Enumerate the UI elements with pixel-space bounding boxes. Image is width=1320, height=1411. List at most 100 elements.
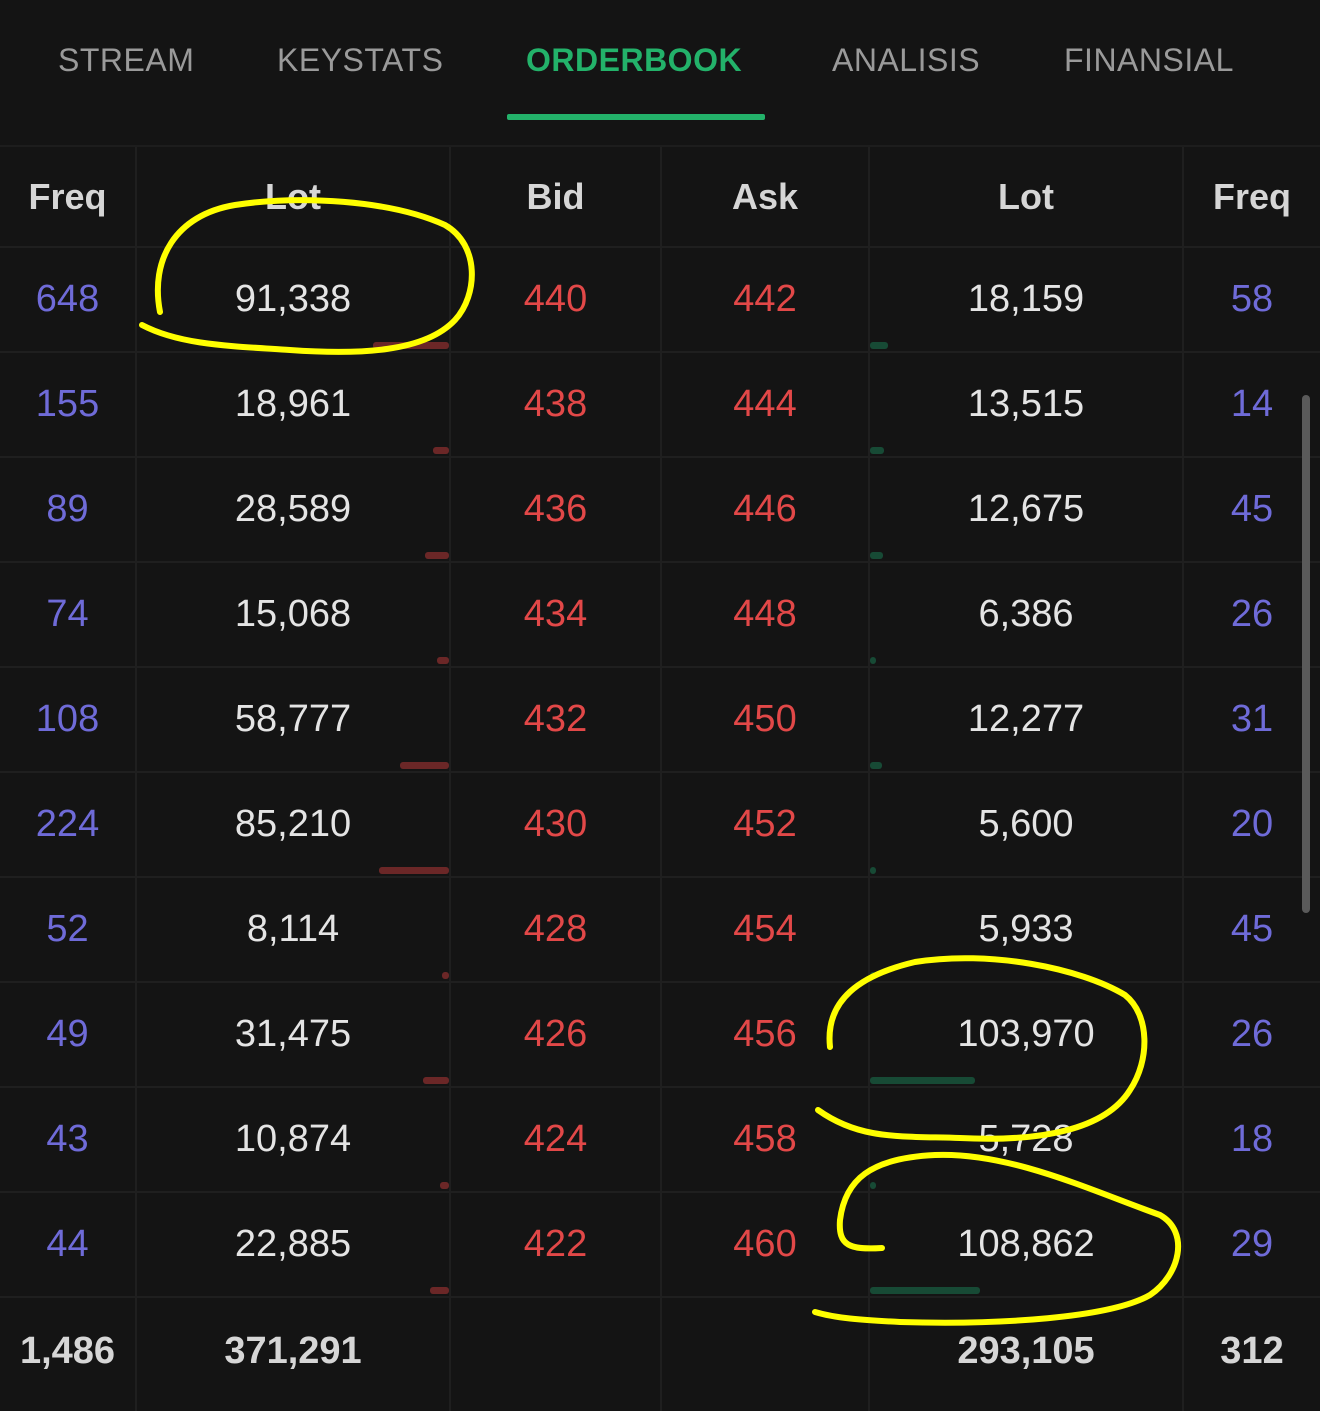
- ask-freq-cell: 58: [1230, 278, 1274, 320]
- ask-lot-cell: 5,933: [978, 908, 1074, 950]
- bid-volume-bar: [423, 1077, 449, 1084]
- ask-volume-bar: [870, 1287, 980, 1294]
- ask-volume-bar: [870, 552, 883, 559]
- bid-freq-cell: 648: [35, 278, 100, 320]
- ask-lot-cell: 6,386: [978, 593, 1074, 635]
- ask-lot-cell: 12,277: [967, 698, 1085, 740]
- bid-volume-bar: [379, 867, 449, 874]
- bid-freq-cell: 224: [35, 803, 100, 845]
- bid-price-cell[interactable]: 432: [451, 667, 660, 772]
- bid-lot-cell: 18,961: [234, 383, 352, 425]
- ask-price-cell[interactable]: 446: [662, 457, 868, 562]
- bid-price-cell[interactable]: 436: [451, 457, 660, 562]
- bid-lot-cell: 31,475: [234, 1013, 352, 1055]
- header-bid-lot: Lot: [265, 176, 321, 217]
- ask-volume-bar: [870, 762, 882, 769]
- bid-freq-cell: 108: [35, 698, 100, 740]
- ask-freq-cell: 31: [1230, 698, 1274, 740]
- header-ask-lot: Lot: [998, 176, 1054, 217]
- ask-freq-cell: 45: [1230, 908, 1274, 950]
- ask-freq-cell: 20: [1230, 803, 1274, 845]
- ask-lot-cell: 18,159: [967, 278, 1085, 320]
- ask-freq-cell: 18: [1230, 1118, 1274, 1160]
- ask-lot-cell: 103,970: [957, 1013, 1095, 1055]
- bid-volume-bar: [437, 657, 449, 664]
- total-ask-freq: 312: [1220, 1330, 1284, 1372]
- ask-price-cell[interactable]: 444: [662, 352, 868, 457]
- row-divider: [0, 1296, 1320, 1298]
- bid-price-cell[interactable]: 422: [451, 1192, 660, 1297]
- bid-volume-bar: [373, 342, 449, 349]
- bid-freq-cell: 49: [46, 1013, 89, 1055]
- bid-price-cell[interactable]: 426: [451, 982, 660, 1087]
- ask-freq-cell: 45: [1230, 488, 1274, 530]
- header-ask: Ask: [731, 176, 799, 217]
- ask-freq-cell: 26: [1230, 1013, 1274, 1055]
- total-bid-lot: 371,291: [224, 1330, 362, 1372]
- tab-bar: STREAM KEYSTATS ORDERBOOK ANALISIS FINAN…: [0, 0, 1320, 120]
- ask-price-cell[interactable]: 452: [662, 772, 868, 877]
- tab-stream[interactable]: STREAM: [58, 40, 194, 80]
- scrollbar[interactable]: [1302, 395, 1310, 913]
- bid-price-cell[interactable]: 440: [451, 247, 660, 352]
- bid-lot-cell: 15,068: [234, 593, 352, 635]
- bid-price-cell[interactable]: 430: [451, 772, 660, 877]
- orderbook-table: Freq Lot Bid Ask Lot Freq 1,486 371,291 …: [0, 147, 1320, 1411]
- bid-lot-cell: 22,885: [234, 1223, 352, 1265]
- ask-price-cell[interactable]: 448: [662, 562, 868, 667]
- bid-volume-bar: [440, 1182, 449, 1189]
- bid-freq-cell: 44: [46, 1223, 89, 1265]
- bid-freq-cell: 43: [46, 1118, 89, 1160]
- ask-freq-cell: 14: [1230, 383, 1274, 425]
- bid-volume-bar: [425, 552, 449, 559]
- bid-lot-cell: 58,777: [234, 698, 352, 740]
- bid-price-cell[interactable]: 434: [451, 562, 660, 667]
- ask-volume-bar: [870, 447, 884, 454]
- tab-analisis[interactable]: ANALISIS: [832, 40, 980, 80]
- ask-lot-cell: 108,862: [957, 1223, 1095, 1265]
- ask-freq-cell: 26: [1230, 593, 1274, 635]
- ask-volume-bar: [870, 1077, 975, 1084]
- total-ask-lot: 293,105: [957, 1330, 1095, 1372]
- ask-price-cell[interactable]: 442: [662, 247, 868, 352]
- bid-volume-bar: [430, 1287, 449, 1294]
- ask-volume-bar: [870, 1182, 876, 1189]
- bid-lot-cell: 28,589: [234, 488, 352, 530]
- header-bid-freq: Freq: [28, 176, 107, 217]
- bid-lot-cell: 8,114: [246, 908, 340, 950]
- ask-volume-bar: [870, 867, 876, 874]
- bid-lot-cell: 91,338: [234, 278, 352, 320]
- ask-price-cell[interactable]: 460: [662, 1192, 868, 1297]
- ask-volume-bar: [870, 657, 876, 664]
- ask-volume-bar: [870, 342, 888, 349]
- bid-freq-cell: 155: [35, 383, 100, 425]
- ask-lot-cell: 5,728: [978, 1118, 1074, 1160]
- bid-freq-cell: 74: [46, 593, 89, 635]
- ask-freq-cell: 29: [1230, 1223, 1274, 1265]
- bid-volume-bar: [433, 447, 449, 454]
- ask-lot-cell: 13,515: [967, 383, 1085, 425]
- tab-orderbook[interactable]: ORDERBOOK: [526, 40, 742, 80]
- ask-price-cell[interactable]: 456: [662, 982, 868, 1087]
- ask-price-cell[interactable]: 454: [662, 877, 868, 982]
- bid-price-cell[interactable]: 438: [451, 352, 660, 457]
- bid-lot-cell: 85,210: [234, 803, 352, 845]
- ask-volume-bar: [870, 972, 876, 979]
- tab-keystats[interactable]: KEYSTATS: [277, 40, 443, 80]
- ask-lot-cell: 12,675: [967, 488, 1085, 530]
- bid-freq-cell: 52: [46, 908, 89, 950]
- tab-finansial[interactable]: FINANSIAL: [1064, 40, 1234, 80]
- bid-volume-bar: [400, 762, 449, 769]
- header-bid: Bid: [526, 176, 585, 217]
- ask-price-cell[interactable]: 458: [662, 1087, 868, 1192]
- bid-price-cell[interactable]: 428: [451, 877, 660, 982]
- bid-freq-cell: 89: [46, 488, 89, 530]
- active-tab-indicator: [507, 114, 765, 120]
- ask-price-cell[interactable]: 450: [662, 667, 868, 772]
- header-ask-freq: Freq: [1212, 176, 1291, 217]
- ask-lot-cell: 5,600: [978, 803, 1074, 845]
- bid-lot-cell: 10,874: [234, 1118, 352, 1160]
- bid-price-cell[interactable]: 424: [451, 1087, 660, 1192]
- bid-volume-bar: [442, 972, 449, 979]
- total-bid-freq: 1,486: [19, 1330, 116, 1372]
